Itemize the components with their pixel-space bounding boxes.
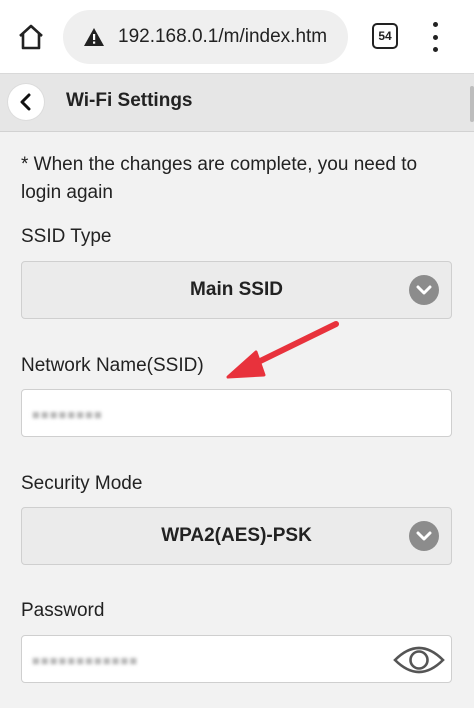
network-name-input[interactable]: ■■■■■■■■: [21, 389, 452, 437]
password-label: Password: [21, 600, 105, 621]
tab-count: 54: [378, 29, 392, 43]
tab-switcher-button[interactable]: 54: [372, 23, 398, 49]
chevron-left-icon: [20, 93, 31, 111]
security-mode-select[interactable]: WPA2(AES)-PSK: [21, 507, 452, 565]
browser-toolbar: 192.168.0.1/m/index.htm 54: [0, 0, 474, 74]
url-text: 192.168.0.1/m/index.htm: [118, 26, 328, 47]
home-icon: [19, 24, 43, 50]
relogin-note: * When the changes are complete, you nee…: [21, 154, 418, 203]
eye-icon: [393, 646, 445, 674]
password-input[interactable]: ■■■■■■■■■■■■: [21, 635, 452, 683]
address-bar[interactable]: 192.168.0.1/m/index.htm: [63, 10, 348, 64]
network-name-value: ■■■■■■■■: [32, 407, 103, 422]
wifi-settings-form: * When the changes are complete, you nee…: [0, 133, 474, 708]
security-mode-label: Security Mode: [21, 473, 143, 494]
network-name-label: Network Name(SSID): [21, 355, 204, 376]
chevron-down-icon: [409, 521, 439, 551]
more-vert-icon: [432, 22, 438, 27]
page-title: Wi-Fi Settings: [66, 90, 193, 111]
chevron-down-icon: [409, 275, 439, 305]
page-header: Wi-Fi Settings: [0, 74, 474, 132]
home-button[interactable]: [14, 20, 48, 54]
show-password-button[interactable]: [391, 639, 447, 681]
back-button[interactable]: [8, 84, 44, 120]
warning-icon: [84, 28, 104, 46]
scrollbar[interactable]: [470, 86, 474, 122]
ssid-type-label: SSID Type: [21, 226, 112, 247]
overflow-menu-button[interactable]: [425, 22, 445, 52]
security-mode-value: WPA2(AES)-PSK: [161, 525, 312, 546]
ssid-type-select[interactable]: Main SSID: [21, 261, 452, 319]
ssid-type-value: Main SSID: [190, 279, 283, 300]
password-value: ■■■■■■■■■■■■: [32, 653, 139, 668]
